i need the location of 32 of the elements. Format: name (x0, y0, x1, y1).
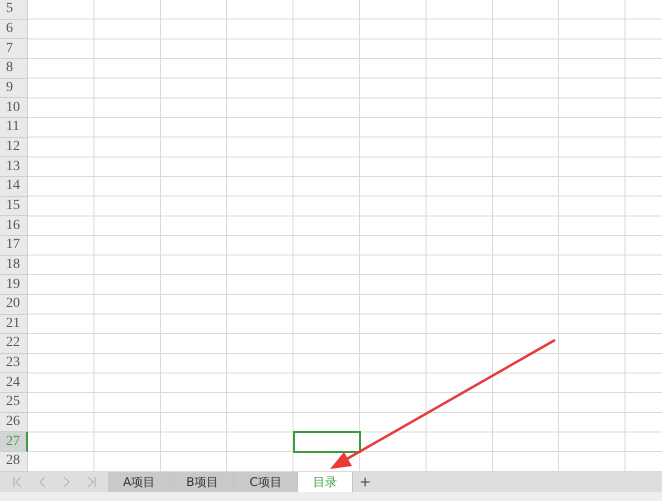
row-header[interactable]: 10 (0, 98, 28, 118)
row-header[interactable]: 5 (0, 0, 28, 20)
row-header[interactable]: 13 (0, 157, 28, 177)
row-header[interactable]: 16 (0, 216, 28, 236)
row-header[interactable]: 28 (0, 452, 28, 472)
next-sheet-icon[interactable] (60, 475, 72, 489)
first-sheet-icon[interactable] (10, 475, 22, 489)
row-header[interactable]: 15 (0, 196, 28, 216)
selected-cell[interactable] (294, 432, 360, 452)
row-header[interactable]: 23 (0, 354, 28, 374)
sheet-tab[interactable]: B项目 (171, 472, 234, 492)
row-header[interactable]: 18 (0, 256, 28, 276)
last-sheet-icon[interactable] (86, 475, 98, 489)
row-header[interactable]: 21 (0, 314, 28, 334)
row-header[interactable]: 19 (0, 275, 28, 295)
sheet-tab[interactable]: C项目 (234, 472, 298, 492)
row-header[interactable]: 8 (0, 58, 28, 79)
sheet-tab[interactable]: 目录 (298, 472, 353, 492)
row-header[interactable]: 14 (0, 176, 28, 197)
row-header[interactable]: 9 (0, 78, 28, 98)
sheet-tab[interactable]: A项目 (108, 472, 172, 492)
row-header[interactable]: 11 (0, 118, 28, 138)
add-sheet-button[interactable]: + (352, 472, 378, 492)
row-header[interactable]: 12 (0, 138, 28, 158)
row-header[interactable]: 25 (0, 393, 28, 413)
row-header[interactable]: 22 (0, 334, 28, 354)
row-header[interactable]: 6 (0, 20, 28, 40)
row-header[interactable]: 24 (0, 373, 28, 394)
row-header[interactable]: 20 (0, 294, 28, 314)
row-header[interactable]: 7 (0, 39, 28, 59)
row-header[interactable]: 26 (0, 412, 28, 432)
row-header[interactable]: 17 (0, 236, 28, 256)
